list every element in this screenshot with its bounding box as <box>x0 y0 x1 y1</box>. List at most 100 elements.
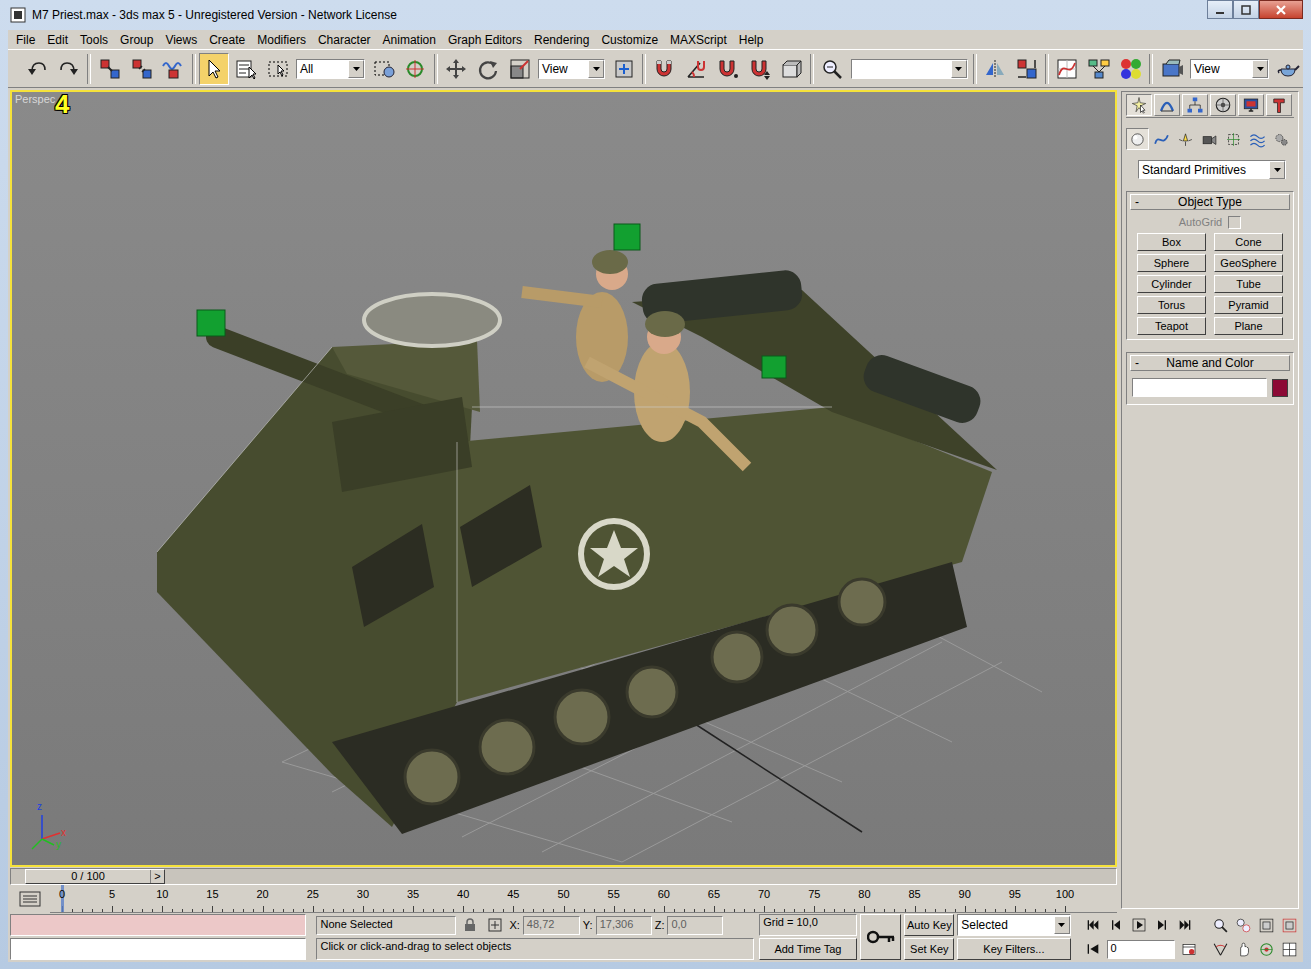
trackbar-menu-button[interactable] <box>10 885 50 913</box>
rollout-header[interactable]: -Object Type <box>1130 194 1290 210</box>
lights-category[interactable] <box>1174 128 1197 150</box>
curve-button[interactable] <box>1052 53 1083 85</box>
time-configuration-button[interactable] <box>1178 939 1200 960</box>
primitive-button[interactable]: Cylinder <box>1137 275 1206 293</box>
viewport-label[interactable]: Perspec <box>15 93 55 105</box>
primitive-button[interactable]: GeoSphere <box>1214 254 1283 272</box>
next-frame-arrow[interactable]: > <box>150 870 164 883</box>
redo-button[interactable] <box>54 53 85 85</box>
schematic-button[interactable] <box>1084 53 1115 85</box>
menu-item[interactable]: Modifiers <box>251 32 312 48</box>
extents-button[interactable] <box>1256 915 1278 936</box>
percent-button[interactable] <box>713 53 744 85</box>
filter-dropdown[interactable]: All <box>296 59 365 79</box>
primitive-button[interactable]: Plane <box>1214 317 1283 335</box>
teapot-button[interactable] <box>1272 53 1303 85</box>
menu-item[interactable]: Views <box>159 32 203 48</box>
geometry-category[interactable] <box>1126 128 1149 150</box>
end-button[interactable] <box>1174 915 1196 936</box>
zoomall-button[interactable] <box>1233 915 1255 936</box>
snap-button[interactable] <box>649 53 680 85</box>
select-button[interactable] <box>199 53 230 85</box>
angle-button[interactable] <box>681 53 712 85</box>
move-button[interactable] <box>441 53 472 85</box>
key-filters-button[interactable]: Key Filters... <box>957 938 1070 960</box>
display-tab[interactable] <box>1238 94 1264 116</box>
menu-item[interactable]: Character <box>312 32 377 48</box>
maximize-button[interactable] <box>1279 939 1301 960</box>
minimize-button[interactable] <box>1207 0 1233 19</box>
zoom-button[interactable] <box>1210 915 1232 936</box>
motion-tab[interactable] <box>1210 94 1236 116</box>
time-slider-thumb[interactable]: 0 / 100> <box>25 869 165 884</box>
unlink-button[interactable] <box>126 53 157 85</box>
primitive-button[interactable]: Torus <box>1137 296 1206 314</box>
abc-button[interactable] <box>817 53 848 85</box>
object-color-swatch[interactable] <box>1272 379 1288 397</box>
cameras-category[interactable] <box>1198 128 1221 150</box>
time-slider[interactable]: 0 / 100> <box>10 868 1117 885</box>
maxscript-output-field[interactable] <box>10 938 306 960</box>
region-button[interactable] <box>262 53 293 85</box>
rotate-button[interactable] <box>472 53 503 85</box>
start-button[interactable] <box>1082 915 1104 936</box>
primitive-button[interactable]: Box <box>1137 233 1206 251</box>
selset-dropdown[interactable] <box>851 59 968 79</box>
set-key-button[interactable]: Set Key <box>904 938 954 960</box>
menu-item[interactable]: Graph Editors <box>442 32 528 48</box>
mirror-button[interactable] <box>980 53 1011 85</box>
menu-item[interactable]: Edit <box>41 32 74 48</box>
render-button[interactable] <box>1156 53 1187 85</box>
rollout-header[interactable]: -Name and Color <box>1130 355 1290 371</box>
undo-button[interactable] <box>22 53 53 85</box>
set-keys-button[interactable] <box>860 914 902 960</box>
extentsall-button[interactable] <box>1279 915 1301 936</box>
key-mode-dropdown[interactable]: Selected <box>957 914 1070 936</box>
y-coordinate-field[interactable]: 17,306 <box>596 916 652 935</box>
x-coordinate-field[interactable]: 48,72 <box>523 916 580 935</box>
menu-item[interactable]: Help <box>733 32 770 48</box>
orbit-button[interactable] <box>1256 939 1278 960</box>
align-button[interactable] <box>1011 53 1042 85</box>
maxscript-listener-field[interactable] <box>10 914 306 936</box>
spinner-button[interactable] <box>744 53 775 85</box>
prev-button[interactable] <box>1105 915 1127 936</box>
current-frame-field[interactable]: 0 <box>1107 940 1175 959</box>
named-button[interactable] <box>776 53 807 85</box>
add-time-tag-button[interactable]: Add Time Tag <box>759 938 857 960</box>
selection-lock-button[interactable] <box>459 915 481 936</box>
absolute-mode-button[interactable] <box>484 915 506 936</box>
collapse-toggle[interactable]: - <box>1131 195 1143 209</box>
primitive-type-dropdown[interactable]: Standard Primitives <box>1138 160 1286 179</box>
rendertype-dropdown[interactable]: View <box>1190 59 1269 79</box>
primitive-button[interactable]: Sphere <box>1137 254 1206 272</box>
maximize-button[interactable] <box>1233 0 1259 19</box>
scale-button[interactable] <box>504 53 535 85</box>
primitive-button[interactable]: Teapot <box>1137 317 1206 335</box>
object-name-field[interactable] <box>1132 378 1267 397</box>
auto-key-button[interactable]: Auto Key <box>904 914 954 936</box>
material-button[interactable] <box>1115 53 1146 85</box>
menu-item[interactable]: Rendering <box>528 32 595 48</box>
collapse-toggle[interactable]: - <box>1131 356 1143 370</box>
helpers-category[interactable] <box>1222 128 1245 150</box>
modify-tab[interactable] <box>1154 94 1180 116</box>
menu-item[interactable]: Animation <box>377 32 442 48</box>
bind-button[interactable] <box>158 53 189 85</box>
crossing-button[interactable] <box>368 53 399 85</box>
coord-dropdown[interactable]: View <box>538 59 605 79</box>
menu-item[interactable]: Customize <box>595 32 664 48</box>
shapes-category[interactable] <box>1150 128 1173 150</box>
pan-button[interactable] <box>1233 939 1255 960</box>
key-mode-toggle[interactable] <box>1082 939 1104 960</box>
menu-item[interactable]: File <box>10 32 41 48</box>
z-coordinate-field[interactable]: 0,0 <box>667 916 723 935</box>
primitive-button[interactable]: Tube <box>1214 275 1283 293</box>
selname-button[interactable] <box>230 53 261 85</box>
link-button[interactable] <box>94 53 125 85</box>
next-button[interactable] <box>1151 915 1173 936</box>
create-tab[interactable] <box>1126 94 1152 116</box>
primitive-button[interactable]: Pyramid <box>1214 296 1283 314</box>
perspective-viewport[interactable]: Perspec4xyz <box>10 90 1117 867</box>
systems-category[interactable] <box>1270 128 1293 150</box>
